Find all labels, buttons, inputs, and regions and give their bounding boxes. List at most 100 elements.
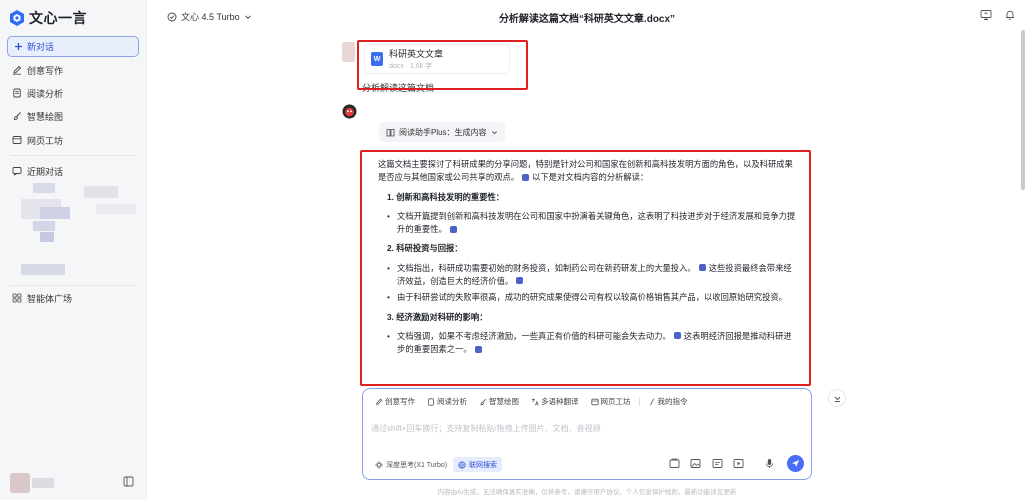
reading-assistant-label: 阅读助手Plus：生成内容 (399, 127, 487, 137)
microphone-icon[interactable] (764, 458, 775, 469)
file-name: 科研英文文章 (389, 49, 444, 59)
citation-icon[interactable] (516, 277, 524, 285)
brush-icon (14, 112, 21, 120)
sidebar-item-creative-writing[interactable]: 创意写作 (7, 60, 139, 80)
recent-chat-item[interactable] (33, 183, 55, 193)
answer-intro: 这篇文档主要探讨了科研成果的分享问题，特别是针对公司和国家在创新和高科技发明方面… (378, 159, 793, 183)
sidebar-item-label: 网页工坊 (27, 135, 64, 146)
tool-reading-analysis[interactable]: 阅读分析 (421, 396, 473, 407)
list-item: 文档强调，如果不考虑经济激励，一些真正有价值的科研可能会失去动力。这表明经济回报… (387, 330, 796, 357)
citation-icon[interactable] (449, 225, 457, 233)
collapse-sidebar-icon[interactable] (123, 476, 134, 487)
disclaimer-footer: 内容由AI生成，无法确保真实准确，仅供参考，请遵守用户协议、个人信息保护规则，最… (437, 489, 737, 496)
page-scrollbar[interactable] (1021, 30, 1025, 190)
recent-chats-label: 近期对话 (27, 166, 64, 177)
plus-icon (15, 43, 22, 50)
assistant-avatar-icon (342, 104, 357, 119)
sidebar-item-label: 阅读分析 (27, 88, 64, 99)
chevron-down-icon (491, 130, 497, 134)
chat-bubble-icon (12, 167, 22, 176)
bullet-list: 文档指出，科研成功需要初始的财务投资，如制药公司在新药研发上的大量投入。这些投资… (378, 262, 796, 305)
list-item: 文档指出，科研成功需要初始的财务投资，如制药公司在新药研发上的大量投入。这些投资… (387, 262, 796, 289)
model-icon (167, 12, 177, 21)
slash-icon (649, 398, 654, 405)
document-icon (13, 88, 21, 98)
sidebar-divider (10, 155, 136, 156)
recent-chat-item[interactable] (96, 204, 136, 214)
bullet-list: 文档强调，如果不考虑经济激励，一些真正有价值的科研可能会失去动力。这表明经济回报… (378, 330, 796, 357)
deep-think-toggle[interactable]: 深度思考(X1 Turbo) (371, 457, 451, 472)
sidebar-item-smart-drawing[interactable]: 智慧绘图 (7, 106, 139, 126)
user-message-text: 分析解读这篇文档 (362, 83, 435, 93)
word-file-icon: W (371, 52, 383, 66)
citation-icon[interactable] (673, 332, 681, 340)
sidebar-item-label: 智慧绘图 (27, 111, 64, 122)
web-icon (12, 136, 22, 144)
chevron-down-icon (244, 14, 251, 19)
tool-web-workshop[interactable]: 网页工坊 (585, 396, 637, 407)
tool-smart-drawing[interactable]: 智慧绘图 (473, 396, 525, 407)
arrow-down-icon (834, 396, 840, 402)
recent-chat-item[interactable] (40, 232, 54, 242)
sidebar-item-web-workshop[interactable]: 网页工坊 (7, 130, 139, 150)
citation-icon[interactable] (698, 264, 706, 272)
brush-icon (480, 398, 487, 405)
video-icon[interactable] (733, 458, 744, 469)
tool-translation[interactable]: 多语种翻译 (525, 396, 585, 407)
bell-icon[interactable] (1004, 9, 1016, 21)
section-heading: 1. 创新和高科技发明的重要性： (387, 191, 505, 202)
list-item: 由于科研尝试的失败率很高，成功的研究成果使得公司有权以较高价格销售其产品，以收回… (387, 291, 796, 305)
model-selector[interactable]: 文心 4.5 Turbo (167, 10, 252, 23)
web-search-toggle[interactable]: 联网搜索 (453, 457, 502, 472)
app-logo[interactable]: 文心一言 (9, 8, 87, 28)
toolbar-divider (638, 397, 640, 406)
chat-input[interactable] (371, 421, 791, 435)
message-composer: 创意写作 阅读分析 智慧绘图 多语种翻译 网页工坊 我的指令 深度思考(X1 T… (362, 388, 812, 480)
upload-file-icon[interactable] (669, 458, 680, 469)
assistant-answer: 这篇文档主要探讨了科研成果的分享问题，特别是针对公司和国家在创新和高科技发明方面… (378, 158, 796, 360)
user-message-avatar (342, 42, 355, 62)
atom-icon (375, 460, 383, 469)
section-heading: 2. 科研投资与回报： (387, 243, 463, 254)
sidebar-item-label: 智能体广场 (27, 293, 73, 304)
sidebar-divider (10, 285, 136, 286)
recent-chats-header[interactable]: 近期对话 (7, 161, 139, 181)
recent-chat-item[interactable] (33, 221, 55, 231)
app-name: 文心一言 (29, 10, 87, 26)
recent-chat-item[interactable] (21, 264, 65, 275)
bullet-list: 文档开篇提到创新和高科技发明在公司和国家中扮演着关键角色，这表明了科技进步对于经… (378, 210, 796, 237)
translate-icon (531, 398, 539, 405)
pen-icon (13, 65, 22, 75)
scroll-to-bottom-button[interactable] (828, 389, 846, 407)
recent-chat-item[interactable] (40, 207, 70, 219)
document-icon (428, 397, 434, 406)
sidebar-item-reading-analysis[interactable]: 阅读分析 (7, 83, 139, 103)
grid-icon (12, 293, 22, 303)
model-name: 文心 4.5 Turbo (181, 12, 240, 22)
recent-chat-item[interactable] (84, 186, 118, 198)
user-name (32, 478, 54, 488)
citation-icon[interactable] (522, 173, 530, 181)
top-header: 文心 4.5 Turbo 分析解读这篇文档“科研英文文章.docx” (147, 0, 1027, 32)
image-icon[interactable] (690, 458, 701, 469)
citation-icon[interactable] (474, 345, 482, 353)
user-avatar[interactable] (10, 473, 30, 493)
web-icon (590, 398, 599, 405)
attached-file-card[interactable]: W 科研英文文章 docx · 1.6k 字 (364, 44, 510, 74)
screen-share-icon[interactable] (980, 9, 992, 21)
sidebar-item-agent-square[interactable]: 智能体广场 (7, 288, 139, 308)
reading-assistant-chip[interactable]: 阅读助手Plus：生成内容 (379, 122, 505, 142)
tool-my-commands[interactable]: 我的指令 (642, 396, 694, 407)
book-icon (386, 128, 395, 136)
composer-toolbar: 创意写作 阅读分析 智慧绘图 多语种翻译 网页工坊 我的指令 (369, 396, 694, 407)
logo-icon (10, 10, 24, 26)
sidebar-item-label: 创意写作 (27, 65, 64, 76)
document-upload-icon[interactable] (712, 458, 723, 469)
send-button[interactable] (787, 455, 804, 472)
new-chat-button[interactable]: 新对话 (7, 36, 139, 57)
list-item: 文档开篇提到创新和高科技发明在公司和国家中扮演着关键角色，这表明了科技进步对于经… (387, 210, 796, 237)
globe-icon (458, 460, 466, 469)
conversation-title: 分析解读这篇文档“科研英文文章.docx” (498, 14, 676, 25)
send-icon (792, 460, 799, 467)
tool-creative-writing[interactable]: 创意写作 (369, 396, 421, 407)
